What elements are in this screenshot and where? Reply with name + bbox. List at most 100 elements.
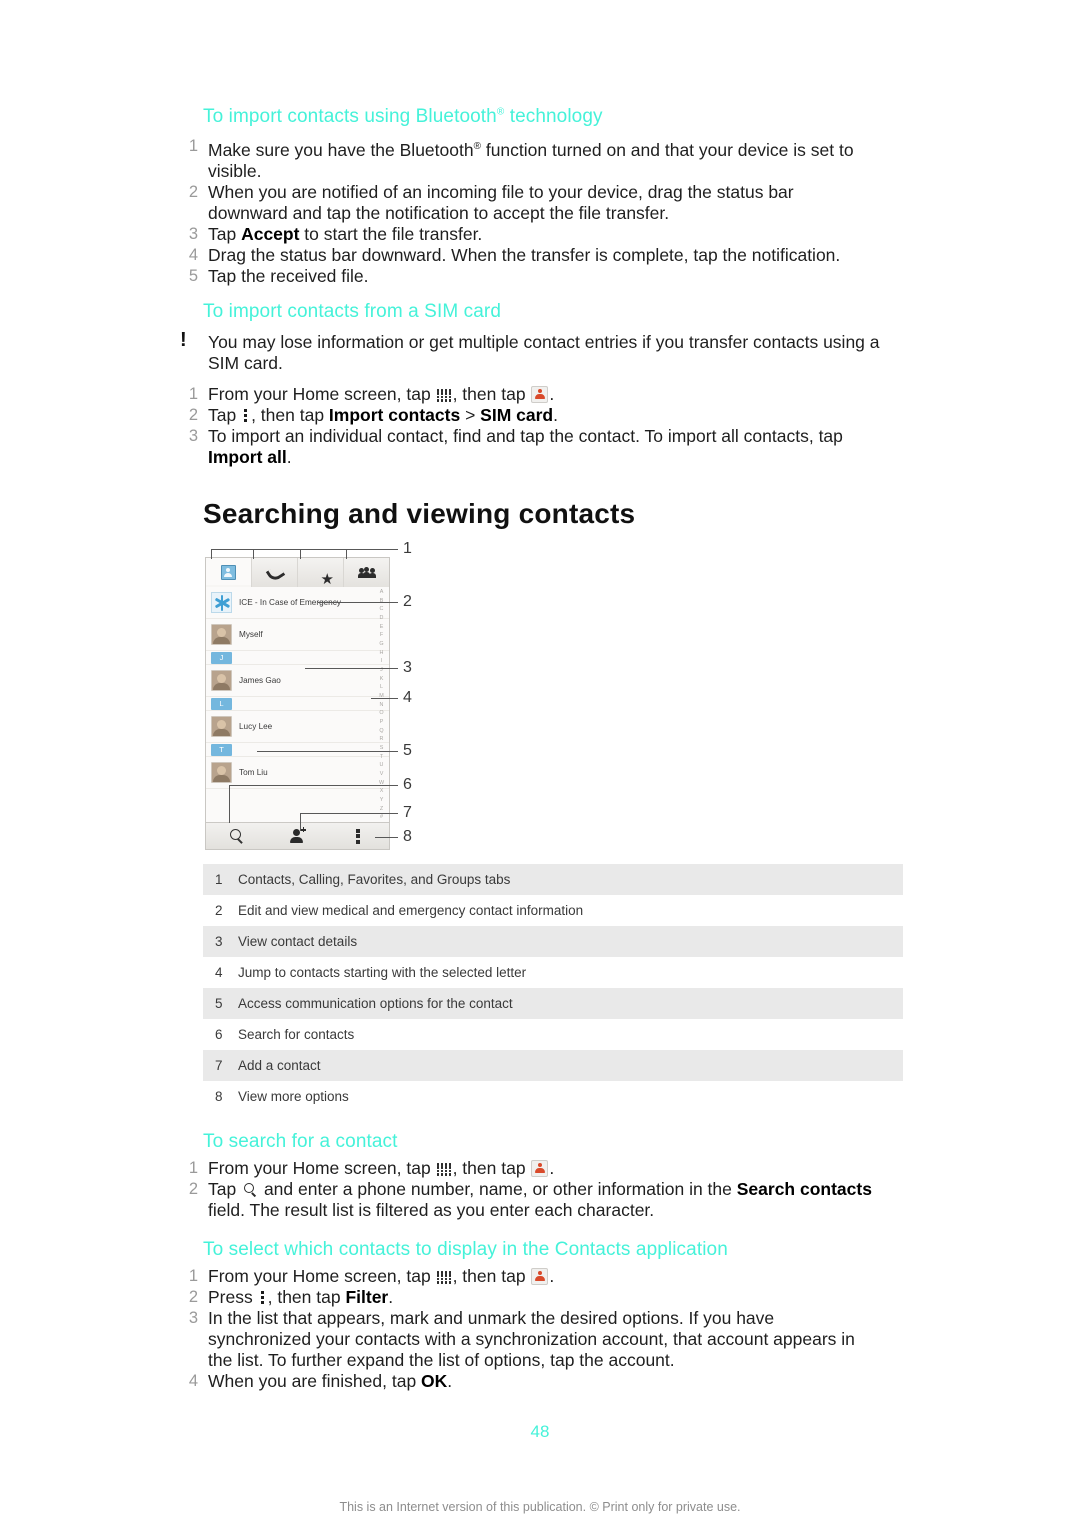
list-item-label: Myself (239, 630, 263, 639)
list-item[interactable]: ICE - In Case of Emergency (206, 587, 389, 619)
step-text-a: Tap (208, 223, 242, 244)
step-number: 2 (188, 406, 198, 424)
callout-number: 1 (403, 540, 412, 557)
app-grid-icon (436, 389, 452, 402)
step-text-b: , then tap (251, 405, 329, 425)
groups-tab[interactable] (344, 558, 389, 587)
warning-icon: ! (180, 329, 187, 351)
add-contact-icon (289, 827, 306, 843)
list-item[interactable]: Myself (206, 619, 389, 651)
legend-number: 8 (215, 1089, 223, 1104)
step-text: Drag the status bar downward. When the t… (208, 244, 841, 265)
table-row: 8 View more options (203, 1081, 903, 1112)
alphabet-index-letter[interactable]: F (380, 632, 383, 638)
legend-description: Add a contact (238, 1058, 321, 1073)
step-item: 3 In the list that appears, mark and unm… (178, 1308, 878, 1371)
more-options-button[interactable] (328, 828, 389, 844)
alphabet-index-letter[interactable]: E (380, 624, 384, 630)
step-number: 2 (188, 182, 198, 201)
callout-number: 5 (403, 742, 412, 759)
step-text-b: , then tap (452, 384, 531, 404)
step-text-a: Make sure you have the Bluetooth (208, 139, 474, 160)
step-text-c: . (553, 405, 558, 425)
step-text: In the list that appears, mark and unmar… (208, 1308, 855, 1370)
section-heading-bluetooth: To import contacts using Bluetooth® tech… (203, 106, 603, 128)
leader-line-3 (305, 668, 398, 669)
step-item: 2 Press , then tap Filter. (178, 1287, 878, 1308)
alphabet-index-letter[interactable]: N (380, 702, 384, 708)
tab-bar: ★ (206, 558, 389, 588)
alphabet-index-letter[interactable]: # (380, 815, 383, 821)
leader-tick-1b (253, 549, 254, 559)
alphabet-index-letter[interactable]: L (380, 684, 383, 690)
step-text-c: . (447, 1371, 453, 1391)
section-heading-search-contact: To search for a contact (203, 1131, 398, 1152)
alphabet-index-letter[interactable]: Y (380, 797, 384, 803)
alphabet-index-letter[interactable]: K (380, 676, 384, 682)
list-item[interactable]: Lucy Lee (206, 711, 389, 743)
step-text-c: field. The result list is filtered as yo… (208, 1200, 655, 1220)
step-item: 1 From your Home screen, tap , then tap … (178, 384, 878, 405)
avatar (211, 670, 232, 691)
page-title: Searching and viewing contacts (203, 498, 636, 529)
alphabet-index[interactable]: A B C D E F G H I J K L M N O P Q R S T U V W X Y Z # (377, 589, 386, 821)
alphabet-index-letter[interactable]: O (379, 710, 383, 716)
avatar (211, 716, 232, 737)
step-text-c: . (388, 1287, 394, 1307)
alphabet-index-letter[interactable]: H (380, 650, 384, 656)
legend-description: Search for contacts (238, 1027, 355, 1042)
alphabet-index-letter[interactable]: C (380, 606, 384, 612)
step-text-a: Tap (208, 405, 242, 425)
step-number: 3 (188, 1309, 198, 1327)
alphabet-index-letter[interactable]: I (381, 658, 383, 664)
footer-note: This is an Internet version of this publ… (339, 1500, 741, 1514)
favorites-tab[interactable]: ★ (298, 558, 344, 587)
step-text: Tap the received file. (208, 265, 369, 286)
step-text-c: . (286, 447, 292, 467)
calling-tab[interactable] (252, 558, 298, 587)
phone-icon (267, 566, 282, 579)
step-bold-ok: OK (421, 1371, 448, 1391)
heading-text-post: technology (504, 106, 603, 127)
step-item: 5 Tap the received file. (178, 266, 868, 287)
contacts-tab[interactable] (206, 558, 252, 587)
list-item[interactable]: James Gao (206, 665, 389, 697)
alphabet-index-letter[interactable]: Q (379, 728, 383, 734)
warning-note: ! You may lose information or get multip… (178, 329, 908, 374)
list-item-label: James Gao (239, 676, 281, 685)
legend-description: Jump to contacts starting with the selec… (238, 965, 527, 980)
alphabet-index-letter[interactable]: X (380, 789, 384, 795)
add-contact-button[interactable] (267, 827, 328, 843)
step-text-a: When you are finished, tap (208, 1371, 422, 1391)
legend-number: 7 (215, 1058, 223, 1073)
search-button[interactable] (206, 829, 267, 844)
steps-bluetooth: 1 Make sure you have the Bluetooth® func… (178, 136, 868, 287)
alphabet-index-letter[interactable]: A (380, 589, 384, 595)
step-item: 4 Drag the status bar downward. When the… (178, 245, 868, 266)
avatar (211, 762, 232, 783)
search-icon (243, 1183, 257, 1197)
alphabet-index-letter[interactable]: Z (380, 806, 383, 812)
callout-number: 8 (403, 828, 412, 845)
step-number: 1 (188, 1159, 198, 1177)
step-text-b: , then tap (267, 1287, 346, 1307)
alphabet-index-letter[interactable]: D (380, 615, 384, 621)
step-bold-search-contacts: Search contacts (736, 1179, 872, 1199)
step-item: 2 When you are notified of an incoming f… (178, 182, 868, 224)
step-text-b: and enter a phone number, name, or other… (259, 1179, 737, 1199)
contact-list[interactable]: ICE - In Case of Emergency Myself J Jame… (206, 587, 389, 823)
alphabet-index-letter[interactable]: P (380, 719, 384, 725)
alphabet-index-letter[interactable]: T (380, 754, 383, 760)
more-options-icon (260, 1291, 266, 1305)
alphabet-index-letter[interactable]: R (380, 737, 384, 743)
legend-number: 4 (215, 965, 223, 980)
leader-tick-6 (229, 785, 230, 823)
alphabet-index-letter[interactable]: V (380, 771, 384, 777)
alphabet-index-letter[interactable]: U (380, 763, 384, 769)
legend-number: 6 (215, 1027, 223, 1042)
legend-number: 5 (215, 996, 223, 1011)
step-number: 1 (188, 137, 198, 155)
alphabet-index-letter[interactable]: G (379, 641, 383, 647)
index-letter-badge: L (211, 697, 232, 710)
leader-tick-7 (300, 813, 301, 831)
